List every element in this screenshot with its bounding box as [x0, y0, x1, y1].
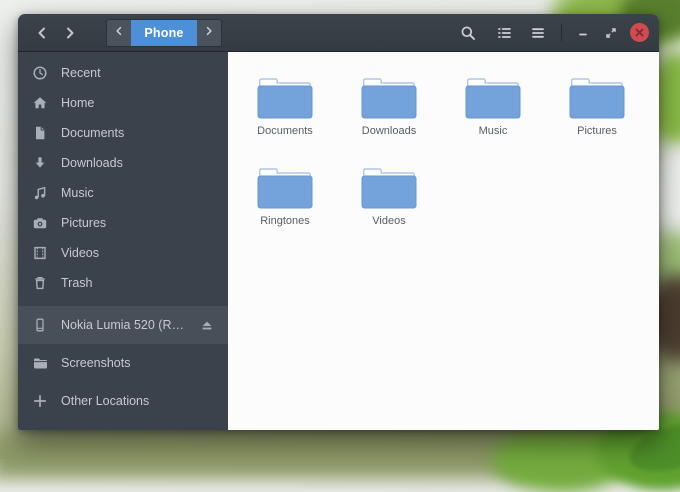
music-note-icon [32, 185, 48, 201]
sidebar-item-label: Documents [61, 126, 125, 140]
folder-icon [254, 68, 316, 120]
sidebar-item-label: Other Locations [61, 394, 150, 408]
chevron-right-icon [203, 24, 215, 42]
sidebar-item-nokia-lumia-520-rm[interactable]: Nokia Lumia 520 (RM … [18, 306, 228, 344]
sidebar-item-label: Pictures [61, 216, 107, 230]
window-body: Recent Home Documents Downloads Music Picture… [18, 52, 659, 430]
sidebar-item-documents[interactable]: Documents [18, 118, 228, 148]
home-icon [32, 95, 48, 111]
folder-label: Music [478, 125, 508, 137]
sidebar-item-other-locations[interactable]: Other Locations [18, 382, 228, 420]
headerbar-actions [454, 20, 649, 46]
trash-icon [32, 275, 48, 291]
close-button[interactable] [630, 23, 649, 42]
wallpaper-blur [0, 433, 530, 479]
sidebar-item-label: Trash [61, 276, 93, 290]
sidebar: Recent Home Documents Downloads Music Picture… [18, 52, 228, 430]
sidebar-item-label: Nokia Lumia 520 (RM … [61, 318, 187, 332]
document-icon [32, 125, 48, 141]
breadcrumb-phone-button[interactable]: Phone [131, 19, 197, 46]
folder-label: Documents [257, 125, 313, 137]
menu-button[interactable] [524, 20, 552, 46]
view-list-button[interactable] [490, 20, 518, 46]
search-button[interactable] [454, 20, 482, 46]
folder-view: Documents Downloads Music Pictures Ringt… [228, 52, 659, 430]
maximize-button[interactable] [599, 20, 623, 46]
file-manager-window: Phone Recent Home Documents Downloads Mu… [18, 14, 659, 430]
sidebar-section-gap [18, 298, 228, 306]
sidebar-item-music[interactable]: Music [18, 178, 228, 208]
folder-icon [32, 355, 48, 371]
sidebar-item-home[interactable]: Home [18, 88, 228, 118]
clock-icon [32, 65, 48, 81]
film-icon [32, 245, 48, 261]
download-icon [32, 155, 48, 171]
path-scroll-left-button[interactable] [107, 19, 131, 46]
folder-icon [254, 158, 316, 210]
breadcrumb-label: Phone [144, 25, 184, 40]
eject-icon[interactable] [200, 318, 214, 332]
wallpaper-leaf [492, 428, 632, 492]
headerbar-separator [561, 23, 562, 42]
folder-label: Downloads [361, 125, 417, 137]
folder-videos[interactable]: Videos [337, 158, 441, 244]
sidebar-item-pictures[interactable]: Pictures [18, 208, 228, 238]
sidebar-item-screenshots[interactable]: Screenshots [18, 344, 228, 382]
folder-icon [358, 158, 420, 210]
phone-icon [32, 317, 48, 333]
maximize-icon [604, 26, 618, 40]
sidebar-item-trash[interactable]: Trash [18, 268, 228, 298]
minimize-button[interactable] [571, 20, 595, 46]
folder-documents[interactable]: Documents [233, 68, 337, 154]
folder-icon [358, 68, 420, 120]
path-scroll-right-button[interactable] [197, 19, 221, 46]
headerbar: Phone [18, 14, 659, 52]
folder-pictures[interactable]: Pictures [545, 68, 649, 154]
sidebar-item-label: Videos [61, 246, 99, 260]
path-bar: Phone [106, 18, 222, 47]
close-icon [635, 24, 644, 42]
hamburger-menu-icon [530, 25, 546, 41]
sidebar-item-label: Music [61, 186, 94, 200]
list-view-icon [496, 25, 512, 41]
minimize-icon [576, 26, 590, 40]
chevron-left-icon [113, 24, 125, 42]
forward-button[interactable] [56, 20, 84, 46]
sidebar-item-label: Downloads [61, 156, 123, 170]
back-button[interactable] [28, 20, 56, 46]
folder-icon [462, 68, 524, 120]
sidebar-item-downloads[interactable]: Downloads [18, 148, 228, 178]
sidebar-item-label: Screenshots [61, 356, 131, 370]
sidebar-item-recent[interactable]: Recent [18, 58, 228, 88]
sidebar-item-label: Home [61, 96, 95, 110]
camera-icon [32, 215, 48, 231]
folder-label: Ringtones [260, 215, 310, 227]
folder-ringtones[interactable]: Ringtones [233, 158, 337, 244]
folder-music[interactable]: Music [441, 68, 545, 154]
sidebar-item-videos[interactable]: Videos [18, 238, 228, 268]
folder-label: Videos [372, 215, 406, 227]
folder-icon [566, 68, 628, 120]
search-icon [460, 25, 476, 41]
folder-downloads[interactable]: Downloads [337, 68, 441, 154]
plus-icon [32, 393, 48, 409]
folder-label: Pictures [577, 125, 617, 137]
sidebar-item-label: Recent [61, 66, 101, 80]
